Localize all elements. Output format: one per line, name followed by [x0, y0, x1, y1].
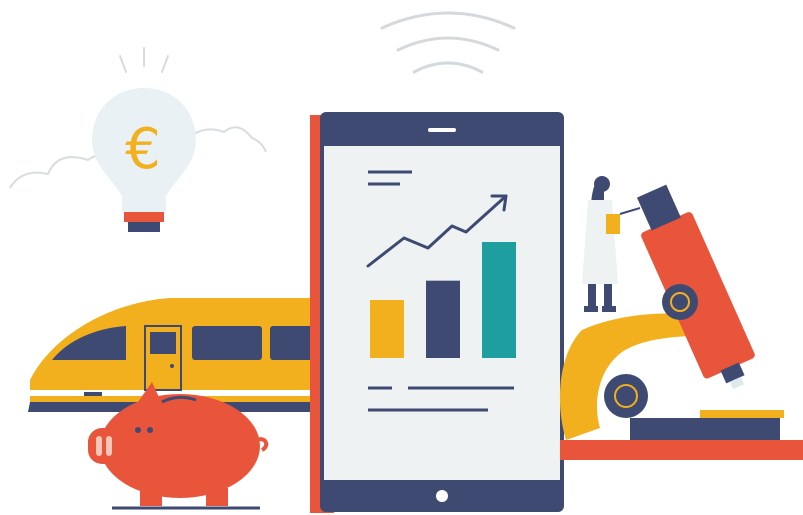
wifi-icon	[380, 11, 516, 74]
illustration-scene: €	[0, 0, 803, 515]
bar-3	[482, 242, 516, 358]
scientist-figure	[582, 176, 641, 312]
home-button	[436, 490, 448, 502]
tablet-device	[310, 112, 564, 513]
speaker-slot	[428, 128, 456, 132]
bar-2	[426, 280, 460, 358]
bar-1	[370, 300, 404, 358]
lightbulb-icon: €	[92, 47, 196, 232]
euro-symbol: €	[125, 117, 161, 182]
illustration-svg: €	[9, 11, 803, 513]
